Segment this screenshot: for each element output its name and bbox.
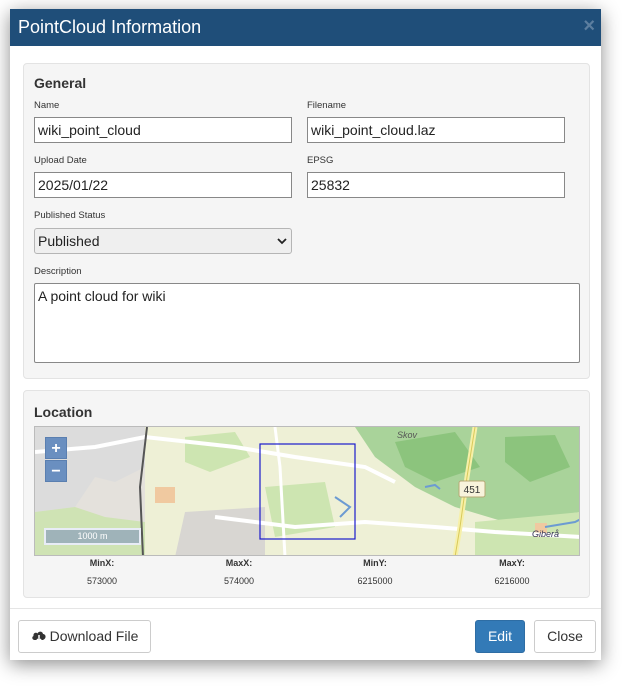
description-label: Description [34, 266, 82, 277]
filename-field[interactable]: wiki_point_cloud.laz [307, 117, 565, 143]
map-place-gibera: Giberå [532, 529, 559, 539]
location-map[interactable]: 451 Skov Giberå + − 1000 m [34, 426, 580, 556]
maxy-label: MaxY: [499, 558, 525, 568]
dialog-title: PointCloud Information [18, 17, 202, 37]
download-file-label: Download File [49, 628, 139, 644]
published-status-value: Published [38, 233, 100, 249]
published-status-label: Published Status [34, 210, 106, 221]
zoom-out-button[interactable]: − [45, 460, 67, 482]
map-place-skov: Skov [397, 430, 418, 440]
zoom-in-button[interactable]: + [45, 437, 67, 459]
published-status-select[interactable]: Published [34, 228, 292, 254]
location-heading: Location [34, 404, 93, 420]
footer-divider [10, 608, 601, 609]
epsg-field[interactable]: 25832 [307, 172, 565, 198]
epsg-label: EPSG [307, 155, 334, 166]
description-textarea[interactable]: A point cloud for wiki [34, 283, 580, 363]
miny-label: MinY: [363, 558, 387, 568]
chevron-down-icon [277, 238, 287, 245]
cloud-download-icon [31, 631, 46, 643]
download-file-button[interactable]: Download File [18, 620, 151, 653]
minx-value: 573000 [86, 576, 118, 586]
maxy-value: 6216000 [494, 576, 530, 586]
edit-button[interactable]: Edit [475, 620, 525, 653]
maxx-label: MaxX: [225, 558, 253, 568]
filename-label: Filename [307, 100, 347, 111]
general-panel: General Name wiki_point_cloud Filename w… [23, 63, 590, 379]
minx-label: MinX: [89, 558, 115, 568]
name-label: Name [34, 100, 60, 111]
miny-value: 6215000 [357, 576, 393, 586]
maxx-value: 574000 [223, 576, 255, 586]
name-field[interactable]: wiki_point_cloud [34, 117, 292, 143]
upload-date-field[interactable]: 2025/01/22 [34, 172, 292, 198]
pointcloud-info-dialog: PointCloud Information × General Name wi… [10, 9, 601, 660]
general-heading: General [34, 75, 87, 91]
map-scale-bar: 1000 m [44, 528, 141, 545]
close-icon[interactable]: × [583, 15, 595, 37]
dialog-titlebar: PointCloud Information × [10, 9, 601, 46]
map-road-number: 451 [464, 485, 481, 496]
upload-date-label: Upload Date [34, 155, 87, 166]
close-button[interactable]: Close [534, 620, 596, 653]
location-panel: Location 451 Skov Giberå + − 1000 m MinX… [23, 390, 590, 598]
